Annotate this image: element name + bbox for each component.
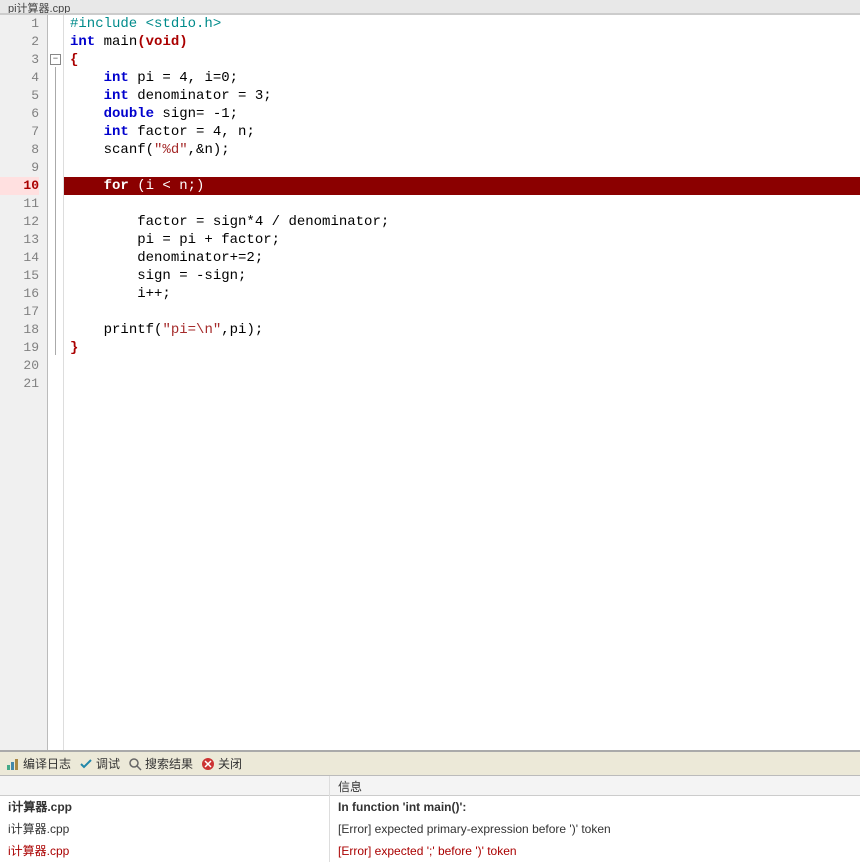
code-line: factor = sign*4 / denominator; [64,213,860,231]
code-line [64,303,860,321]
line-number: 3 [0,51,39,69]
code-line: pi = pi + factor; [64,231,860,249]
messages-text-column: 信息 In function 'int main()': [Error] exp… [330,776,860,862]
line-number: 16 [0,285,39,303]
code-line: int factor = 4, n; [64,123,860,141]
line-number: 5 [0,87,39,105]
file-tab-label: pi计算器.cpp [8,3,70,14]
line-number: 1 [0,15,39,33]
line-number: 6 [0,105,39,123]
code-line: scanf("%d",&n); [64,141,860,159]
line-number: 11 [0,195,39,213]
line-number: 20 [0,357,39,375]
message-file[interactable]: i计算器.cpp [0,840,329,862]
tab-close[interactable]: 关闭 [201,755,242,772]
code-line: denominator+=2; [64,249,860,267]
line-number: 14 [0,249,39,267]
compiler-messages: i计算器.cpp i计算器.cpp i计算器.cpp 信息 In functio… [0,776,860,862]
output-panel: 编译日志 调试 搜索结果 关闭 i计算器.cpp i计算器.cpp i计算器.c… [0,750,860,862]
message-file[interactable]: i计算器.cpp [0,796,329,818]
file-tab-bar[interactable]: pi计算器.cpp [0,0,860,14]
code-line [64,195,860,213]
line-number: 15 [0,267,39,285]
code-line [64,159,860,177]
fold-toggle-icon[interactable]: − [50,54,61,65]
message-text[interactable]: [Error] expected ';' before ')' token [330,840,860,862]
code-line: { [64,51,860,69]
line-number: 18 [0,321,39,339]
code-line: int main(void) [64,33,860,51]
line-number: 12 [0,213,39,231]
check-icon [79,757,93,771]
message-text[interactable]: [Error] expected primary-expression befo… [330,818,860,840]
code-area[interactable]: #include <stdio.h> int main(void) { int … [64,15,860,750]
code-line: } [64,339,860,357]
msg-col-header: 信息 [330,776,860,797]
code-line [64,375,860,393]
code-editor[interactable]: 1 2 3 4 5 6 7 8 9 10 11 12 13 14 15 16 1… [0,14,860,750]
line-number: 7 [0,123,39,141]
message-file[interactable]: i计算器.cpp [0,818,329,840]
fold-column: − [48,15,64,750]
code-line [64,357,860,375]
tab-compile-log[interactable]: 编译日志 [6,755,71,772]
fold-guide [55,67,56,355]
messages-file-column: i计算器.cpp i计算器.cpp i计算器.cpp [0,776,330,862]
bar-chart-icon [6,757,20,771]
line-number: 21 [0,375,39,393]
line-number: 4 [0,69,39,87]
search-icon [128,757,142,771]
code-line: int pi = 4, i=0; [64,69,860,87]
line-number: 8 [0,141,39,159]
file-col-header [0,776,329,780]
code-line: int denominator = 3; [64,87,860,105]
code-line: printf("pi=\n",pi); [64,321,860,339]
code-line: double sign= -1; [64,105,860,123]
line-number: 9 [0,159,39,177]
code-line: i++; [64,285,860,303]
line-number-gutter: 1 2 3 4 5 6 7 8 9 10 11 12 13 14 15 16 1… [0,15,48,750]
code-line-error: for (i < n;) [64,177,860,195]
line-number: 17 [0,303,39,321]
close-icon [201,757,215,771]
line-number: 2 [0,33,39,51]
code-line: sign = -sign; [64,267,860,285]
line-number: 19 [0,339,39,357]
code-line: #include <stdio.h> [64,15,860,33]
output-tab-bar: 编译日志 调试 搜索结果 关闭 [0,752,860,776]
tab-debug[interactable]: 调试 [79,755,120,772]
line-number: 13 [0,231,39,249]
message-text[interactable]: In function 'int main()': [330,796,860,818]
tab-search-results[interactable]: 搜索结果 [128,755,193,772]
line-number-error: 10 [0,177,39,195]
